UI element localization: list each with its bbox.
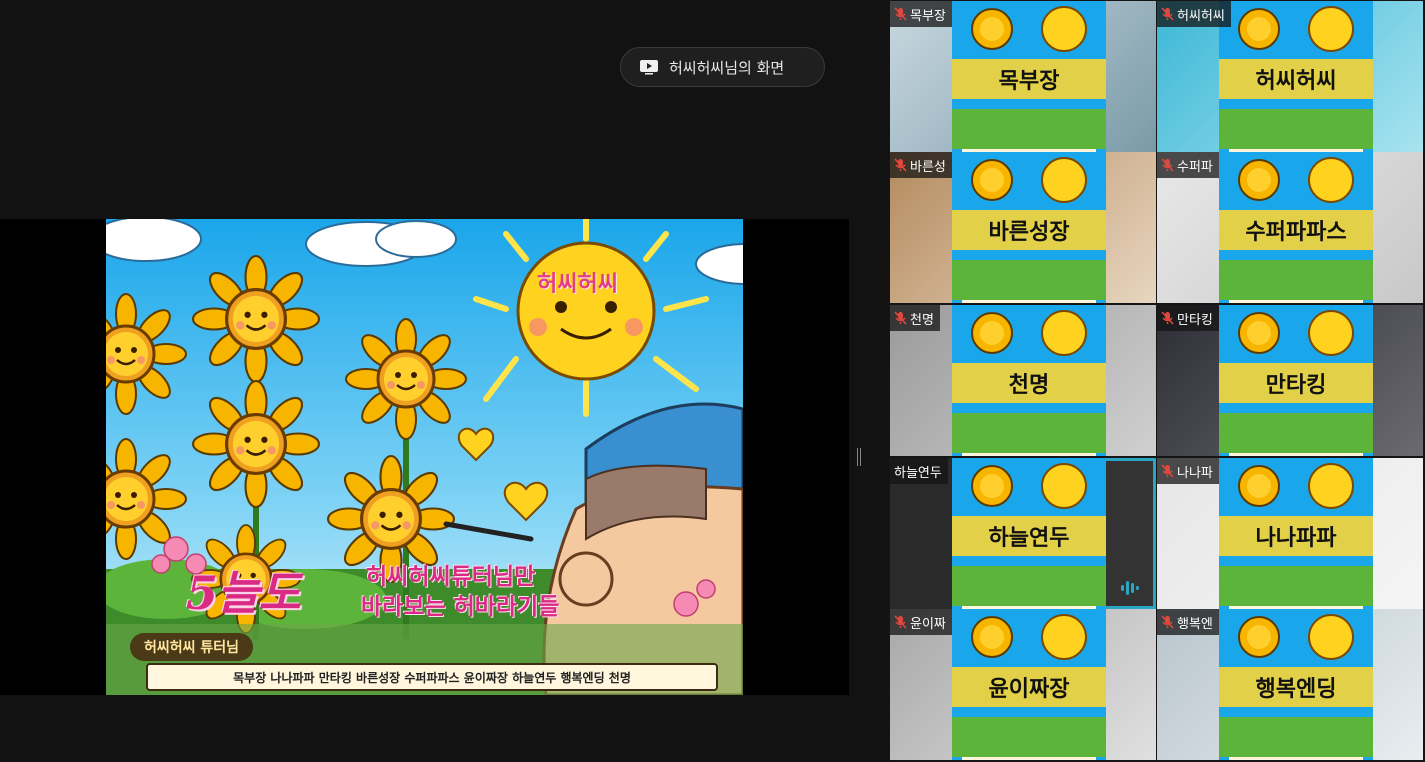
participant-name-tag: 허씨허씨 — [1157, 1, 1231, 27]
slide-slogan-line2: 바라보는 허바라기들 — [361, 593, 560, 620]
virtual-background-image: 수퍼파파스 — [1219, 152, 1373, 303]
virtual-background-name: 행복엔딩 — [1219, 667, 1373, 707]
participant-name: 천명 — [910, 312, 934, 328]
participant-name: 수퍼파 — [1177, 159, 1213, 175]
mic-off-icon — [1161, 7, 1174, 21]
slide-tutor-badge: 허씨허씨 튜터님 — [130, 633, 254, 661]
virtual-background-name: 나나파파 — [1219, 516, 1373, 556]
participant-tile[interactable]: 바른성장 바른성 — [890, 152, 1156, 303]
participant-name-tag: 나나파 — [1157, 458, 1219, 484]
virtual-background-image: 만타킹 — [1219, 305, 1373, 456]
mic-off-icon — [894, 158, 907, 172]
virtual-background-name: 허씨허씨 — [1219, 59, 1373, 99]
participant-name-tag: 바른성 — [890, 152, 952, 178]
virtual-background-image: 하늘연두 — [952, 458, 1106, 609]
mic-off-icon — [894, 615, 907, 629]
virtual-background-name: 수퍼파파스 — [1219, 210, 1373, 250]
slide-sun-name: 허씨허씨 — [537, 271, 618, 297]
virtual-background-name: 바른성장 — [952, 210, 1106, 250]
participant-name-tag: 행복엔 — [1157, 609, 1219, 635]
shared-slide: 허씨허씨 5늘도 허씨허씨튜터님만 바라보는 허바라기들 허씨허씨 튜터님 목부… — [106, 219, 743, 695]
mic-off-icon — [894, 311, 907, 325]
screen-share-label: 허씨허씨님의 화면 — [669, 58, 785, 77]
participant-tile[interactable]: 윤이짜장 윤이짜 — [890, 609, 1156, 760]
participant-name: 만타킹 — [1177, 312, 1213, 328]
virtual-background-image: 행복엔딩 — [1219, 609, 1373, 760]
screen-share-area: 허씨허씨님의 화면 허씨허씨 5늘도 허씨허씨튜터님만 바라보는 허바라기들 허… — [0, 0, 849, 762]
participant-tile[interactable]: 천명 천명 — [890, 305, 1156, 456]
virtual-background-name: 윤이짜장 — [952, 667, 1106, 707]
participant-tile[interactable]: 허씨허씨 허씨허씨 — [1157, 1, 1423, 152]
participant-name: 목부장 — [910, 8, 946, 24]
slide-illustration — [106, 219, 743, 695]
participant-name-tag: 윤이짜 — [890, 609, 952, 635]
screen-share-icon — [640, 60, 658, 75]
audio-level-icon — [1121, 581, 1139, 595]
slide-member-banner: 목부장 나나파파 만타킹 바른성장 수퍼파파스 윤이짜장 하늘연두 행복엔딩 천… — [146, 663, 718, 691]
mic-off-icon — [1161, 615, 1174, 629]
virtual-background-image: 윤이짜장 — [952, 609, 1106, 760]
participant-name: 하늘연두 — [894, 465, 942, 481]
participant-name-tag: 수퍼파 — [1157, 152, 1219, 178]
panel-resize-handle[interactable] — [855, 448, 863, 466]
virtual-background-image: 바른성장 — [952, 152, 1106, 303]
participant-name: 윤이짜 — [910, 616, 946, 632]
participant-name-tag: 천명 — [890, 305, 940, 331]
virtual-background-name: 만타킹 — [1219, 363, 1373, 403]
participant-tile[interactable]: 목부장 목부장 — [890, 1, 1156, 152]
mic-off-icon — [1161, 311, 1174, 325]
participant-tile[interactable]: 만타킹 만타킹 — [1157, 305, 1423, 456]
virtual-background-name: 천명 — [952, 363, 1106, 403]
virtual-background-image: 목부장 — [952, 1, 1106, 152]
participant-tile[interactable]: 나나파파 나나파 — [1157, 458, 1423, 609]
mic-off-icon — [1161, 464, 1174, 478]
slide-slogan-line1: 허씨허씨튜터님만 — [366, 563, 536, 590]
participant-tile[interactable]: 하늘연두 하늘연두 — [890, 458, 1156, 609]
participant-gallery: 목부장 목부장 허씨허씨 허씨허씨 바른성장 바른성 수퍼파파스 수퍼파 천명 천명 만타킹 만타킹 하… — [889, 0, 1425, 762]
virtual-background-image: 천명 — [952, 305, 1106, 456]
slide-slogan-big: 5늘도 — [186, 566, 301, 620]
participant-name-tag: 목부장 — [890, 1, 952, 27]
virtual-background-image: 허씨허씨 — [1219, 1, 1373, 152]
shared-screen: 허씨허씨 5늘도 허씨허씨튜터님만 바라보는 허바라기들 허씨허씨 튜터님 목부… — [0, 219, 849, 695]
participant-name: 행복엔 — [1177, 616, 1213, 632]
participant-tile[interactable]: 수퍼파파스 수퍼파 — [1157, 152, 1423, 303]
screen-share-indicator[interactable]: 허씨허씨님의 화면 — [620, 47, 825, 87]
participant-name: 바른성 — [910, 159, 946, 175]
virtual-background-name: 목부장 — [952, 59, 1106, 99]
participant-name-tag: 만타킹 — [1157, 305, 1219, 331]
virtual-background-image: 나나파파 — [1219, 458, 1373, 609]
participant-name-tag: 하늘연두 — [890, 458, 948, 484]
mic-off-icon — [894, 7, 907, 21]
mic-off-icon — [1161, 158, 1174, 172]
virtual-background-name: 하늘연두 — [952, 516, 1106, 556]
participant-name: 허씨허씨 — [1177, 8, 1225, 24]
participant-tile[interactable]: 행복엔딩 행복엔 — [1157, 609, 1423, 760]
participant-name: 나나파 — [1177, 465, 1213, 481]
